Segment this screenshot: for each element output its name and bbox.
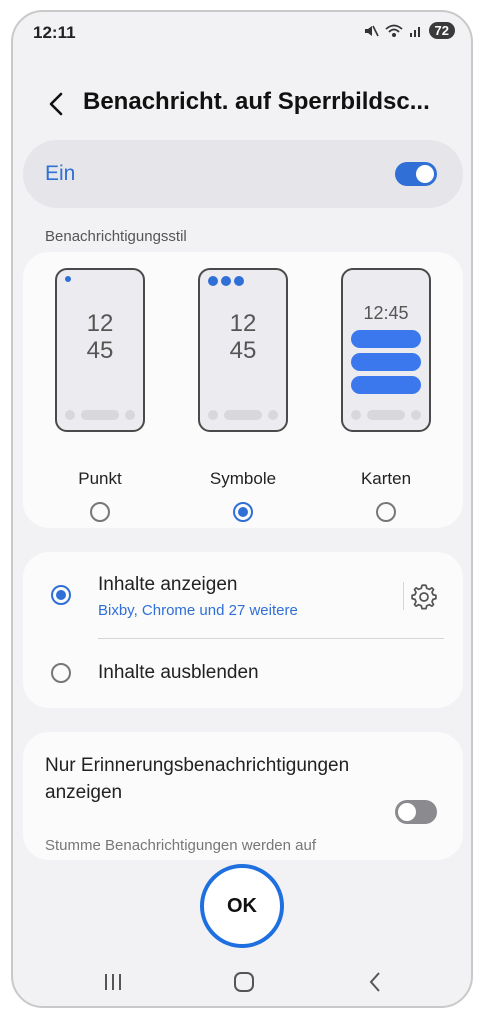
back-nav-icon[interactable]	[364, 970, 388, 994]
signal-icon	[409, 26, 420, 37]
status-icons: 72	[363, 22, 455, 39]
status-time: 12:11	[33, 23, 76, 42]
gear-icon[interactable]	[409, 582, 439, 612]
toggle-knob	[398, 803, 416, 821]
style-label-symbole: Symbole	[209, 469, 277, 488]
style-label-karten: Karten	[360, 469, 412, 488]
reminder-title: Nur Erinnerungsbenachrichtigungen anzeig…	[45, 755, 350, 803]
mute-icon	[364, 25, 379, 36]
wifi-icon	[384, 24, 403, 37]
main-toggle-switch[interactable]	[395, 162, 437, 186]
vertical-divider	[403, 582, 404, 610]
recent-apps-icon[interactable]	[101, 970, 125, 994]
reminder-card[interactable]: Nur Erinnerungsbenachrichtigungen anzeig…	[23, 732, 463, 860]
page-header: Benachricht. auf Sperrbildsc...	[13, 82, 471, 126]
preview-bottom-bar	[200, 410, 286, 420]
radio-punkt[interactable]	[90, 502, 110, 522]
main-toggle-row[interactable]: Ein	[23, 140, 463, 208]
radio-symbole[interactable]	[233, 502, 253, 522]
ok-button[interactable]: OK	[200, 864, 284, 948]
style-label-punkt: Punkt	[78, 469, 122, 488]
preview-clock-minute: 45	[86, 337, 114, 364]
reminder-description: Stumme Benachrichtigungen werden auf	[45, 837, 316, 854]
radio-show-content[interactable]	[51, 585, 71, 605]
phone-frame: 12:11 72 Benachricht. auf Sperrbildsc...	[11, 10, 473, 1008]
dot-indicator	[65, 276, 71, 282]
style-preview-symbole[interactable]: 12 45	[198, 268, 288, 432]
hide-content-title[interactable]: Inhalte ausblenden	[98, 662, 259, 684]
style-preview-punkt[interactable]: 12 45	[55, 268, 145, 432]
home-icon[interactable]	[232, 970, 256, 994]
card-bars	[351, 330, 421, 394]
toggle-knob	[416, 165, 434, 183]
preview-bottom-bar	[343, 410, 429, 420]
show-content-title[interactable]: Inhalte anzeigen	[98, 574, 237, 596]
back-icon[interactable]	[41, 88, 73, 120]
preview-clock-hour: 12	[229, 310, 257, 337]
preview-clock-minute: 45	[229, 337, 257, 364]
radio-karten[interactable]	[376, 502, 396, 522]
battery-badge: 72	[428, 22, 455, 39]
show-content-subtitle: Bixby, Chrome und 27 weitere	[98, 602, 298, 619]
radio-hide-content[interactable]	[51, 663, 71, 683]
preview-bottom-bar	[57, 410, 143, 420]
style-section-title: Benachrichtigungsstil	[45, 228, 187, 245]
icon-dots	[208, 276, 244, 286]
status-bar: 12:11 72	[13, 12, 471, 56]
style-preview-karten[interactable]: 12:45	[341, 268, 431, 432]
horizontal-divider	[98, 638, 444, 639]
content-visibility-card: Inhalte anzeigen Bixby, Chrome und 27 we…	[23, 552, 463, 708]
preview-clock: 12:45	[363, 303, 409, 323]
main-toggle-label: Ein	[45, 162, 76, 185]
notification-style-card: 12 45 12 45 12:45 Punkt Symbole Karten	[23, 252, 463, 528]
page-title: Benachricht. auf Sperrbildsc...	[83, 88, 430, 115]
preview-clock-hour: 12	[86, 310, 114, 337]
navigation-bar	[13, 962, 471, 1002]
reminder-toggle-switch[interactable]	[395, 800, 437, 824]
